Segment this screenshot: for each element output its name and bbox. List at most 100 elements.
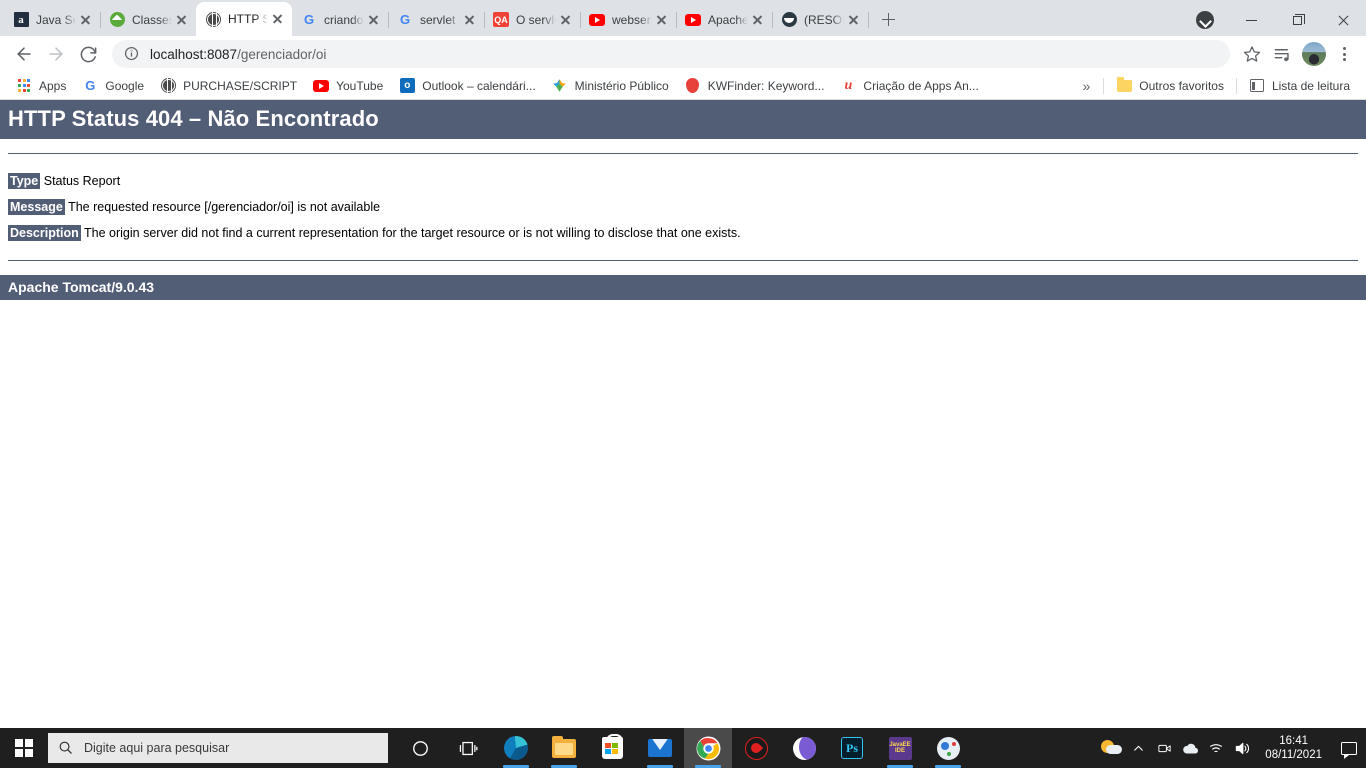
browser-toolbar: localhost:8087/gerenciador/oi bbox=[0, 36, 1366, 72]
taskbar-google-chrome-icon[interactable] bbox=[684, 728, 732, 768]
page-viewport: HTTP Status 404 – Não Encontrado Type St… bbox=[0, 100, 1366, 728]
network-wifi-icon[interactable] bbox=[1203, 728, 1229, 768]
camera-icon[interactable] bbox=[1151, 728, 1177, 768]
taskbar-search-input[interactable]: Digite aqui para pesquisar bbox=[48, 733, 388, 763]
divider bbox=[0, 153, 1366, 154]
bookmark-label: Apps bbox=[39, 78, 67, 93]
globe-icon bbox=[205, 11, 221, 27]
browser-tab-criando-o-p[interactable]: G criando o p bbox=[292, 3, 389, 36]
browser-tab-http-status[interactable]: HTTP Statu bbox=[196, 2, 292, 36]
media-playlist-icon[interactable] bbox=[1268, 40, 1296, 68]
taskbar-photoshop-icon[interactable]: Ps bbox=[828, 728, 876, 768]
bookmark-label: Ministério Público bbox=[574, 78, 669, 93]
bookmark-label: YouTube bbox=[336, 78, 384, 93]
site-info-icon[interactable] bbox=[124, 46, 140, 62]
youtube-icon bbox=[589, 12, 605, 28]
taskbar-paint-icon[interactable] bbox=[924, 728, 972, 768]
browser-tab-apache-tomcat[interactable]: Apache To bbox=[676, 3, 773, 36]
close-tab-icon[interactable] bbox=[174, 12, 190, 28]
close-tab-icon[interactable] bbox=[270, 11, 286, 27]
back-button[interactable] bbox=[8, 38, 40, 70]
start-button[interactable] bbox=[0, 728, 48, 768]
taskbar-purple-moon-app-icon[interactable] bbox=[780, 728, 828, 768]
close-tab-icon[interactable] bbox=[78, 12, 94, 28]
reload-button[interactable] bbox=[72, 38, 104, 70]
google-icon: G bbox=[399, 12, 411, 27]
taskbar-file-explorer-icon[interactable] bbox=[540, 728, 588, 768]
tab-title: Java Servle bbox=[36, 12, 76, 27]
tray-overflow-chevron-icon[interactable] bbox=[1125, 728, 1151, 768]
close-tab-icon[interactable] bbox=[366, 12, 382, 28]
taskbar-microsoft-edge-icon[interactable] bbox=[492, 728, 540, 768]
tab-strip: a Java Servle Classes de HTTP Statu G cr… bbox=[0, 0, 1366, 36]
window-controls bbox=[1182, 4, 1366, 36]
close-tab-icon[interactable] bbox=[750, 12, 766, 28]
chrome-menu-button[interactable] bbox=[1330, 40, 1358, 68]
tab-title: criando o p bbox=[324, 12, 364, 27]
maximize-window-button[interactable] bbox=[1274, 4, 1320, 36]
browser-tab-webservlet[interactable]: webservlet bbox=[580, 3, 677, 36]
bookmark-outlook[interactable]: o Outlook – calendári... bbox=[391, 74, 543, 98]
google-icon: G bbox=[85, 78, 96, 93]
close-window-button[interactable] bbox=[1320, 4, 1366, 36]
browser-tab-servlet-nao[interactable]: G servlet não bbox=[388, 3, 485, 36]
bookmark-youtube[interactable]: YouTube bbox=[305, 74, 391, 98]
minimize-window-button[interactable] bbox=[1228, 4, 1274, 36]
forward-button[interactable] bbox=[40, 38, 72, 70]
speech-bubble-icon bbox=[1341, 741, 1357, 759]
profile-avatar[interactable] bbox=[1302, 42, 1326, 66]
action-center-button[interactable] bbox=[1332, 728, 1366, 768]
taskbar-cortana-icon[interactable] bbox=[396, 728, 444, 768]
address-bar[interactable]: localhost:8087/gerenciador/oi bbox=[112, 40, 1230, 68]
udemy-icon: u bbox=[844, 77, 853, 93]
browser-tab-resolvido[interactable]: (RESOLVID bbox=[772, 3, 869, 36]
browser-tab-java-servlet[interactable]: a Java Servle bbox=[4, 3, 101, 36]
bookmark-kwfinder[interactable]: KWFinder: Keyword... bbox=[677, 74, 833, 98]
bookmarks-overflow-button[interactable]: » bbox=[1073, 78, 1099, 94]
kwfinder-icon bbox=[685, 78, 701, 94]
weather-icon[interactable] bbox=[1099, 728, 1125, 768]
download-indicator-icon[interactable] bbox=[1182, 4, 1228, 36]
bookmark-ministerio-publico[interactable]: Ministério Público bbox=[544, 74, 677, 98]
outlook-icon: o bbox=[399, 78, 415, 94]
close-tab-icon[interactable] bbox=[558, 12, 574, 28]
bookmark-criacao-de-apps[interactable]: u Criação de Apps An... bbox=[832, 74, 986, 98]
ministerio-icon bbox=[552, 78, 568, 94]
tomcat-error-page: HTTP Status 404 – Não Encontrado Type St… bbox=[0, 100, 1366, 300]
clock-date: 08/11/2021 bbox=[1265, 749, 1322, 761]
taskbar-mail-icon[interactable] bbox=[636, 728, 684, 768]
taskbar-microsoft-store-icon[interactable] bbox=[588, 728, 636, 768]
onedrive-icon[interactable] bbox=[1177, 728, 1203, 768]
close-tab-icon[interactable] bbox=[846, 12, 862, 28]
new-tab-button[interactable] bbox=[874, 5, 902, 33]
message-value: The requested resource [/gerenciador/oi]… bbox=[68, 200, 381, 214]
other-bookmarks-button[interactable]: Outros favoritos bbox=[1108, 74, 1232, 98]
apps-grid-icon bbox=[16, 78, 32, 94]
url-path: /gerenciador/oi bbox=[237, 46, 327, 62]
message-label: Message bbox=[8, 199, 65, 215]
taskbar-task-view-icon[interactable] bbox=[444, 728, 492, 768]
youtube-icon bbox=[313, 78, 330, 94]
bookmark-google[interactable]: G Google bbox=[74, 74, 152, 98]
taskbar-clock[interactable]: 16:41 08/11/2021 bbox=[1255, 734, 1332, 762]
bookmark-purchase-script[interactable]: PURCHASE/SCRIPT bbox=[152, 74, 305, 98]
taskbar-red-app-icon[interactable] bbox=[732, 728, 780, 768]
taskbar-javaee-ide-icon[interactable]: JavaEE IDE bbox=[876, 728, 924, 768]
type-label: Type bbox=[8, 173, 41, 189]
close-tab-icon[interactable] bbox=[462, 12, 478, 28]
description-label: Description bbox=[8, 225, 81, 241]
bookmark-label: PURCHASE/SCRIPT bbox=[183, 78, 298, 93]
bookmark-apps[interactable]: Apps bbox=[8, 74, 74, 98]
search-icon bbox=[58, 740, 74, 756]
tab-list: a Java Servle Classes de HTTP Statu G cr… bbox=[4, 0, 902, 36]
browser-tab-classes-de[interactable]: Classes de bbox=[100, 3, 197, 36]
google-icon: G bbox=[303, 12, 315, 27]
other-bookmarks-label: Outros favoritos bbox=[1139, 78, 1224, 93]
browser-tab-o-servlet-r[interactable]: QA O servlet r bbox=[484, 3, 581, 36]
reading-list-button[interactable]: Lista de leitura bbox=[1241, 74, 1358, 98]
bookmark-star-icon[interactable] bbox=[1238, 40, 1266, 68]
volume-icon[interactable] bbox=[1229, 728, 1255, 768]
url-text: localhost:8087/gerenciador/oi bbox=[150, 47, 326, 62]
close-tab-icon[interactable] bbox=[654, 12, 670, 28]
tab-title: webservlet bbox=[612, 12, 652, 27]
